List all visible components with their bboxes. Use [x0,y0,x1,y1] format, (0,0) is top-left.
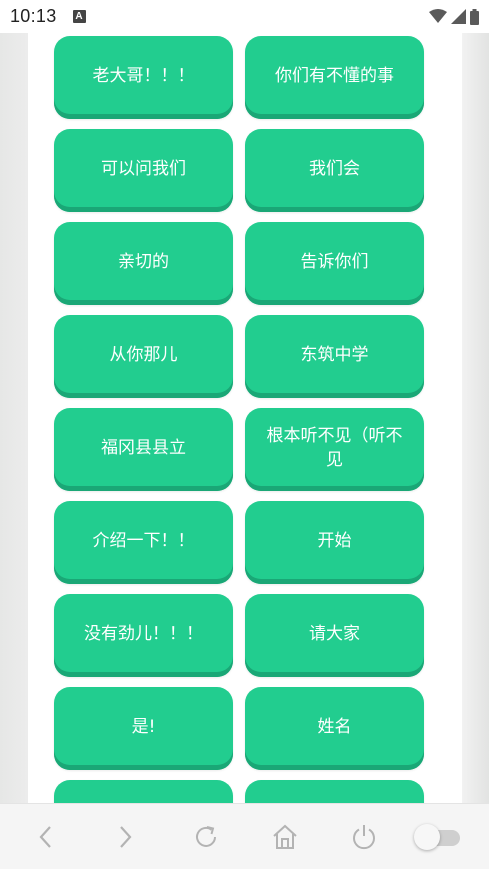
phrase-button[interactable] [54,780,233,803]
phrase-button[interactable]: 福冈县县立 [54,408,233,491]
phrase-button[interactable]: 东筑中学 [245,315,424,398]
phrase-button[interactable]: 亲切的 [54,222,233,305]
home-icon[interactable] [270,822,300,852]
notification-a-icon: A [72,10,86,23]
right-margin [462,33,489,803]
phrase-button[interactable]: 是! [54,687,233,770]
phrase-button[interactable]: 根本听不见（听不见 [245,408,424,491]
wifi-icon [429,9,447,24]
phrase-button[interactable]: 没有劲儿！！！ [54,594,233,677]
phrase-button[interactable]: 可以问我们 [54,129,233,212]
phrase-button[interactable]: 告诉你们 [245,222,424,305]
phrase-button[interactable]: 你们有不懂的事 [245,36,424,119]
power-icon[interactable] [349,822,379,852]
back-icon[interactable] [31,822,61,852]
forward-icon[interactable] [110,822,140,852]
status-time: 10:13 [10,6,57,26]
phrase-button[interactable]: 请大家 [245,594,424,677]
left-margin [0,33,28,803]
phrase-button[interactable]: 从你那儿 [54,315,233,398]
status-bar: 10:13 A [0,0,489,33]
phrase-button[interactable]: 开始 [245,501,424,584]
phrase-grid: 老大哥！！！ 你们有不懂的事 可以问我们 我们会 亲切的 告诉你们 从你那儿 东… [54,36,424,803]
phrase-button[interactable]: 我们会 [245,129,424,212]
phrase-button[interactable]: 姓名 [245,687,424,770]
status-icons [429,8,479,25]
cell-signal-icon [451,9,466,24]
phrase-button[interactable]: 老大哥！！！ [54,36,233,119]
phrase-button[interactable]: 介绍一下！！ [54,501,233,584]
toggle-switch[interactable] [414,824,460,850]
phrase-button[interactable] [245,780,424,803]
toggle-knob [414,824,440,850]
bottom-nav-bar [0,803,489,869]
phrase-list[interactable]: 老大哥！！！ 你们有不懂的事 可以问我们 我们会 亲切的 告诉你们 从你那儿 东… [28,33,462,803]
battery-icon [470,8,479,25]
refresh-icon[interactable] [191,822,221,852]
